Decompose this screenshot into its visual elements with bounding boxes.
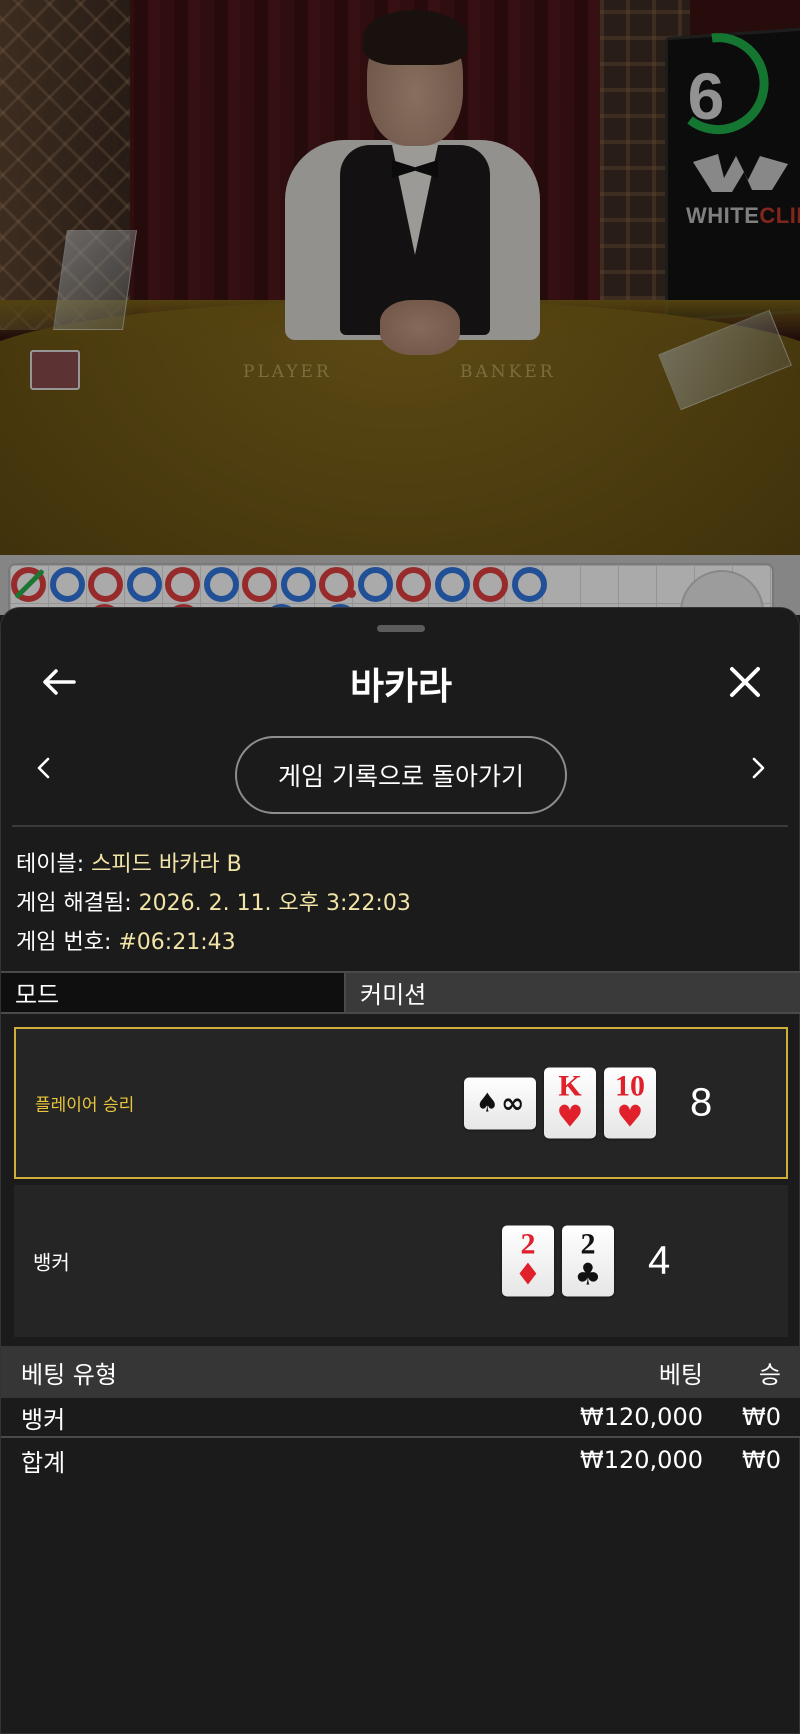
player-hand: ♠ ∞ K ♥ 10 ♥ 8 <box>464 1067 713 1139</box>
card-suit-icon: ♦ <box>514 1257 542 1293</box>
table-row: 뱅커 ₩120,000 ₩0 <box>1 1398 800 1438</box>
chevron-right-icon <box>752 757 765 779</box>
card-rank: 2 <box>520 1227 536 1261</box>
card-rank: 10 <box>615 1069 645 1103</box>
card-suit-icon: ♥ <box>556 1099 584 1135</box>
card-suit-icon: ♠ <box>475 1088 499 1118</box>
return-to-history-button[interactable]: 게임 기록으로 돌아가기 <box>235 736 567 814</box>
bet-amount-cell: ₩120,000 <box>580 1403 703 1431</box>
game-history-detail-sheet: 바카라 게임 기록으로 돌아가기 테이블: 스피드 바카라 B 게임 해결됨: … <box>0 607 800 1734</box>
arrow-left-icon <box>43 669 76 695</box>
live-video-stream: 6 WHITECLIFF PLAYER BANKER <box>0 0 800 555</box>
sheet-title: 바카라 <box>349 665 453 708</box>
card-suit-icon: ♣ <box>574 1257 602 1293</box>
banker-result-row: 뱅커 2 ♦ 2 ♣ 4 <box>14 1185 788 1337</box>
next-round-button[interactable] <box>739 748 779 788</box>
bets-table-header: 베팅 유형 베팅 승 <box>1 1346 800 1398</box>
back-button[interactable] <box>35 658 83 706</box>
game-number-info: 게임 번호: #06:21:43 <box>16 930 236 955</box>
close-icon <box>730 667 760 697</box>
player-result-row: 플레이어 승리 ♠ ∞ K ♥ 10 ♥ 8 <box>14 1027 788 1179</box>
close-button[interactable] <box>721 658 769 706</box>
playing-card: 2 ♣ <box>562 1225 614 1297</box>
table-info: 테이블: 스피드 바카라 B <box>16 852 242 877</box>
bet-amount-cell: ₩120,000 <box>580 1446 703 1474</box>
playing-card: 2 ♦ <box>502 1225 554 1297</box>
playing-card: ♠ ∞ <box>464 1077 536 1129</box>
sheet-drag-handle[interactable] <box>377 625 425 632</box>
table-row-total: 합계 ₩120,000 ₩0 <box>1 1440 800 1480</box>
divider <box>12 825 788 827</box>
card-suit-icon: ♥ <box>616 1099 644 1135</box>
banker-result-label: 뱅커 <box>33 1250 70 1275</box>
card-rank: 2 <box>580 1227 596 1261</box>
win-amount-cell: ₩0 <box>742 1446 781 1474</box>
playing-card: 10 ♥ <box>604 1067 656 1139</box>
card-rank: K <box>558 1069 582 1103</box>
round-info: 테이블: 스피드 바카라 B 게임 해결됨: 2026. 2. 11. 오후 3… <box>16 845 411 962</box>
banker-hand: 2 ♦ 2 ♣ 4 <box>502 1225 671 1297</box>
bet-type-cell: 뱅커 <box>21 1405 66 1434</box>
previous-round-button[interactable] <box>23 748 63 788</box>
chevron-left-icon <box>37 757 50 779</box>
player-result-label: 플레이어 승리 <box>35 1095 135 1116</box>
detail-tabs: 모드 커미션 <box>1 971 800 1014</box>
card-rank: ∞ <box>500 1086 525 1119</box>
header-win-amount: 승 <box>758 1360 781 1389</box>
tab-commission[interactable]: 커미션 <box>346 973 800 1012</box>
player-score: 8 <box>690 1080 713 1125</box>
header-bet-amount: 베팅 <box>658 1360 703 1389</box>
bet-type-cell: 합계 <box>21 1448 66 1477</box>
win-amount-cell: ₩0 <box>742 1403 781 1431</box>
tab-mode[interactable]: 모드 <box>1 973 346 1012</box>
banker-score: 4 <box>648 1238 671 1283</box>
playing-card: K ♥ <box>544 1067 596 1139</box>
header-bet-type: 베팅 유형 <box>21 1360 117 1389</box>
resolved-time-info: 게임 해결됨: 2026. 2. 11. 오후 3:22:03 <box>16 891 411 916</box>
